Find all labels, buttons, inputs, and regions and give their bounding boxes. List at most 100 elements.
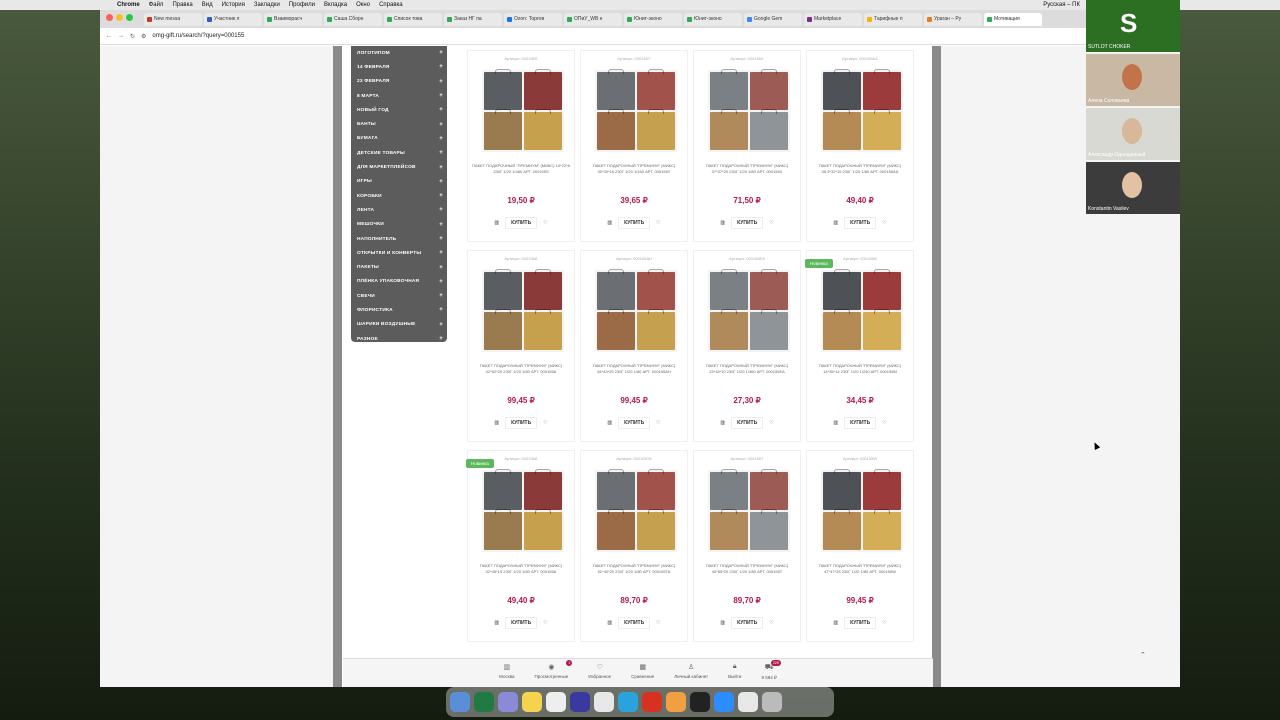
expand-plus-icon[interactable]: + — [439, 150, 443, 156]
favorite-heart-icon[interactable]: ♡ — [769, 220, 773, 226]
dock-app-icon[interactable] — [474, 692, 494, 712]
favorite-heart-icon[interactable]: ♡ — [543, 220, 547, 226]
sidebar-item[interactable]: РАЗНОЕ + — [351, 332, 447, 346]
menu-item[interactable]: Правка — [172, 2, 192, 8]
favorite-heart-icon[interactable]: ♡ — [769, 420, 773, 426]
product-name[interactable]: ПАКЕТ ПОДАРОЧНЫЙ "ПРЕМИУМ" (МИКС) 36,5*3… — [811, 163, 909, 174]
browser-tab[interactable]: New messa — [144, 12, 202, 26]
sidebar-item[interactable]: БУМАГА + — [351, 132, 447, 146]
sidebar-item[interactable]: ПАКЕТЫ + — [351, 260, 447, 274]
sidebar-item[interactable]: ЛЕНТА + — [351, 203, 447, 217]
menu-item[interactable]: Профили — [289, 2, 315, 8]
dock-app-icon[interactable] — [618, 692, 638, 712]
browser-tab[interactable]: Ураган – Ру — [924, 12, 982, 26]
dock-app-icon[interactable] — [762, 692, 782, 712]
dock-app-icon[interactable] — [450, 692, 470, 712]
dock-app-icon[interactable] — [546, 692, 566, 712]
browser-tab[interactable]: Участник л — [204, 12, 262, 26]
bottom-nav-item[interactable]: ▦ Сравнение — [631, 663, 654, 687]
compare-icon[interactable]: ▥ — [494, 220, 499, 226]
expand-plus-icon[interactable]: + — [439, 336, 443, 342]
browser-tab[interactable]: Заказ НГ па — [444, 12, 502, 26]
browser-tab[interactable]: Саша Сборн — [324, 12, 382, 26]
dock-app-icon[interactable] — [570, 692, 590, 712]
compare-icon[interactable]: ▥ — [833, 620, 838, 626]
menu-item[interactable]: Окно — [356, 2, 370, 8]
dock-app-icon[interactable] — [666, 692, 686, 712]
sidebar-item[interactable]: ДЕТСКИЕ ТОВАРЫ + — [351, 146, 447, 160]
browser-tab[interactable]: ОПиУ_WB н — [564, 12, 622, 26]
expand-plus-icon[interactable]: + — [439, 107, 443, 113]
expand-plus-icon[interactable]: + — [439, 279, 443, 285]
buy-button[interactable]: КУПИТЬ — [844, 617, 877, 629]
product-card[interactable]: Артикул: 000155M Новинка ПАКЕТ ПОДАРОЧНЫЙ … — [805, 250, 914, 442]
forward-icon[interactable]: → — [118, 33, 124, 39]
browser-tab[interactable]: Тарифные п — [864, 12, 922, 26]
browser-tab[interactable]: Ozon: Торгов — [504, 12, 562, 26]
buy-button[interactable]: КУПИТЬ — [618, 617, 651, 629]
expand-plus-icon[interactable]: + — [439, 193, 443, 199]
buy-button[interactable]: КУПИТЬ — [844, 217, 877, 229]
expand-plus-icon[interactable]: + — [439, 322, 443, 328]
sidebar-item[interactable]: НОВЫЙ ГОД + — [351, 103, 447, 117]
expand-plus-icon[interactable]: + — [439, 165, 443, 171]
bottom-nav-item[interactable]: 🔒︎ Выйти — [728, 663, 741, 687]
back-icon[interactable]: ← — [106, 33, 112, 39]
favorite-heart-icon[interactable]: ♡ — [882, 220, 886, 226]
product-image[interactable] — [482, 269, 564, 352]
expand-plus-icon[interactable]: + — [439, 64, 443, 70]
buy-button[interactable]: КУПИТЬ — [731, 617, 764, 629]
compare-icon[interactable]: ▥ — [607, 420, 612, 426]
participant-tile[interactable]: S SUTLOT CHOKER — [1086, 0, 1180, 52]
bottom-nav-item[interactable]: ▥ Москва — [499, 663, 514, 687]
compare-icon[interactable]: ▥ — [494, 420, 499, 426]
buy-button[interactable]: КУПИТЬ — [731, 217, 764, 229]
product-card[interactable]: Артикул: 000155TA ПАКЕТ ПОДАРОЧНЫЙ "ПРЕМИ… — [580, 450, 688, 642]
input-source-label[interactable]: Русская – ПК — [1043, 2, 1080, 8]
product-card[interactable]: Артикул: 000155W ПАКЕТ ПОДАРОЧНЫЙ "ПРЕМИУ… — [806, 450, 914, 642]
compare-icon[interactable]: ▥ — [607, 220, 612, 226]
browser-tab[interactable]: Marketplace — [804, 12, 862, 26]
product-image[interactable] — [482, 469, 564, 552]
product-card[interactable]: Артикул: 000155Y ПАКЕТ ПОДАРОЧНЫЙ "ПРЕМИУ… — [580, 50, 688, 242]
bottom-nav-item[interactable]: ◉ Просмотренные 1 — [535, 660, 573, 687]
menu-item[interactable]: Закладки — [254, 2, 280, 8]
favorite-heart-icon[interactable]: ♡ — [656, 420, 660, 426]
scroll-top-icon[interactable]: ⌃ — [1140, 651, 1146, 659]
product-image[interactable] — [821, 469, 903, 552]
sidebar-item[interactable]: ОТКРЫТКИ И КОНВЕРТЫ + — [351, 246, 447, 260]
sidebar-item[interactable]: 8 МАРТА + — [351, 89, 447, 103]
buy-button[interactable]: КУПИТЬ — [505, 417, 538, 429]
product-card[interactable]: Артикул: 000155S ПАКЕТ ПОДАРОЧНЫЙ "ПРЕМИУ… — [467, 50, 575, 242]
zoom-window-button[interactable] — [126, 14, 133, 21]
compare-icon[interactable]: ▥ — [720, 420, 725, 426]
expand-plus-icon[interactable]: + — [439, 236, 443, 242]
dock-app-icon[interactable] — [642, 692, 662, 712]
dock-app-icon[interactable] — [738, 692, 758, 712]
dock-app-icon[interactable] — [498, 692, 518, 712]
browser-tab[interactable]: Google Gem — [744, 12, 802, 26]
buy-button[interactable]: КУПИТЬ — [505, 217, 538, 229]
participant-tile[interactable]: Konstantin Vasilev — [1086, 162, 1180, 214]
expand-plus-icon[interactable]: + — [439, 307, 443, 313]
product-name[interactable]: ПАКЕТ ПОДАРОЧНЫЙ "ПРЕМИУМ" (МИКС) 37*37*… — [698, 163, 796, 174]
expand-plus-icon[interactable]: + — [439, 222, 443, 228]
expand-plus-icon[interactable]: + — [439, 250, 443, 256]
sidebar-item[interactable]: 14 ФЕВРАЛЯ + — [351, 60, 447, 74]
product-card[interactable]: Артикул: 000155EA ПАКЕТ ПОДАРОЧНЫЙ "ПРЕМИ… — [693, 250, 801, 442]
dock-app-icon[interactable] — [714, 692, 734, 712]
menu-item[interactable]: Chrome — [117, 2, 140, 8]
participant-tile[interactable]: Александр Однощевный — [1086, 108, 1180, 160]
sidebar-item[interactable]: ПЛЁНКА УПАКОВОЧНАЯ + — [351, 275, 447, 289]
product-name[interactable]: ПАКЕТ ПОДАРОЧНЫЙ "ПРЕМИУМ" (МИКС) 23*18*… — [698, 363, 796, 374]
compare-icon[interactable]: ▥ — [494, 620, 499, 626]
product-card[interactable]: Артикул: 000155AA ПАКЕТ ПОДАРОЧНЫЙ "ПРЕМИ… — [806, 50, 914, 242]
buy-button[interactable]: КУПИТЬ — [618, 217, 651, 229]
favorite-heart-icon[interactable]: ♡ — [543, 620, 547, 626]
close-window-button[interactable] — [106, 14, 113, 21]
favorite-heart-icon[interactable]: ♡ — [882, 620, 886, 626]
menu-item[interactable]: История — [222, 2, 245, 8]
favorite-heart-icon[interactable]: ♡ — [656, 220, 660, 226]
expand-plus-icon[interactable]: + — [439, 122, 443, 128]
favorite-heart-icon[interactable]: ♡ — [543, 420, 547, 426]
